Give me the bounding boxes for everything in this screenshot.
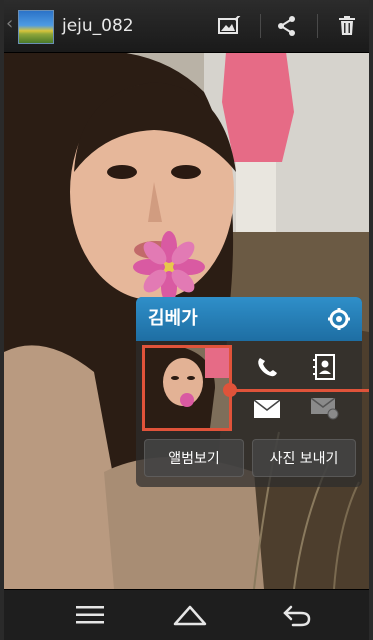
contact-name: 김베가 [148, 308, 198, 329]
separator [260, 14, 261, 38]
contact-quick-popup: 김베가 앨범보기 사진 보내기 [136, 297, 362, 487]
back-chevron-icon[interactable]: ‹ [6, 15, 13, 33]
image-edit-icon[interactable] [217, 12, 243, 40]
action-bar: ‹ jeju_082 [4, 0, 369, 53]
menu-icon[interactable] [60, 596, 120, 634]
trash-icon[interactable] [334, 12, 360, 40]
contacts-icon[interactable] [294, 347, 356, 387]
phone-icon[interactable] [236, 347, 298, 387]
album-thumbnail[interactable] [18, 10, 54, 44]
popup-header: 김베가 [136, 297, 362, 341]
callout-line [236, 389, 369, 392]
callout-dot [223, 383, 237, 397]
gear-icon[interactable] [328, 308, 350, 330]
image-title: jeju_082 [62, 16, 134, 36]
mail-icon[interactable] [236, 389, 298, 429]
contact-photo[interactable] [142, 345, 232, 431]
album-view-button[interactable]: 앨범보기 [144, 439, 244, 477]
home-icon[interactable] [160, 596, 220, 634]
separator [317, 14, 318, 38]
screen: ‹ jeju_082 김베가 앨범보기 사진 보내기 [4, 0, 369, 640]
share-icon[interactable] [274, 12, 300, 40]
back-icon[interactable] [266, 596, 326, 634]
email-disabled-icon [294, 389, 356, 429]
navigation-bar [4, 589, 369, 640]
send-photo-button[interactable]: 사진 보내기 [252, 439, 356, 477]
